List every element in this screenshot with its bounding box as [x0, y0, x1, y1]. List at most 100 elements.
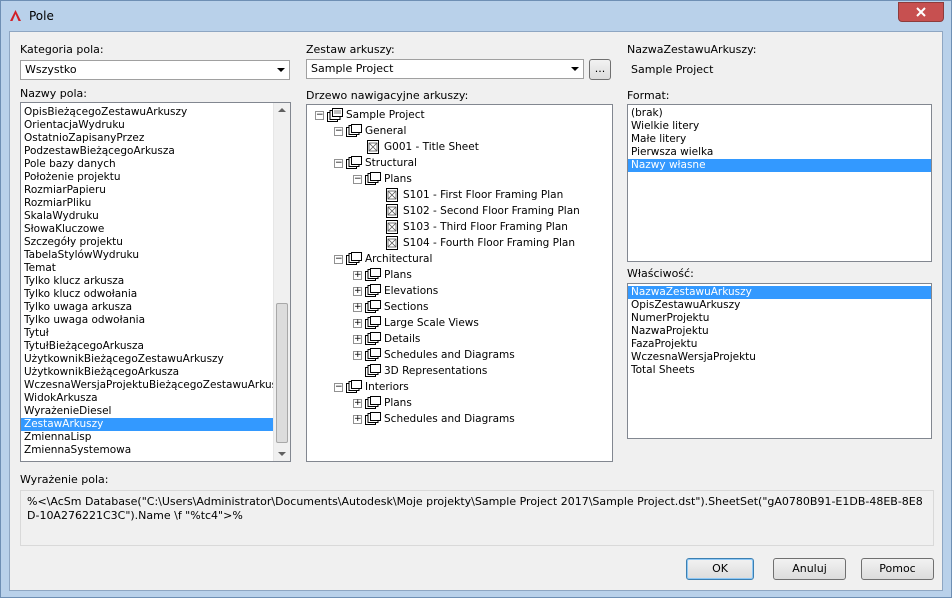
field-name-item[interactable]: OpisBieżącegoZestawuArkuszy: [21, 106, 273, 119]
scroll-thumb[interactable]: [276, 303, 288, 443]
properties-list[interactable]: NazwaZestawuArkuszy OpisZestawuArkuszy Num…: [627, 283, 932, 439]
field-name-item[interactable]: TytułBieżącegoArkusza: [21, 340, 273, 353]
tree-node[interactable]: + Sections: [307, 299, 612, 315]
field-name-item[interactable]: RozmiarPapieru: [21, 184, 273, 197]
format-item[interactable]: (brak): [628, 107, 931, 120]
field-name-item[interactable]: UżytkownikBieżącegoZestawuArkuszy: [21, 353, 273, 366]
field-name-item[interactable]: Tytuł: [21, 327, 273, 340]
field-name-item[interactable]: ZmiennaLisp: [21, 431, 273, 444]
field-name-item[interactable]: Położenie projektu: [21, 171, 273, 184]
field-name-item[interactable]: Tylko klucz odwołania: [21, 288, 273, 301]
field-name-item[interactable]: PodzestawBieżącegoArkusza: [21, 145, 273, 158]
expand-icon[interactable]: +: [353, 287, 362, 296]
field-name-item[interactable]: WidokArkusza: [21, 392, 273, 405]
format-item[interactable]: Małe litery: [628, 133, 931, 146]
field-name-item[interactable]: RozmiarPliku: [21, 197, 273, 210]
tree-node[interactable]: S102 - Second Floor Framing Plan: [307, 203, 612, 219]
field-name-item[interactable]: Tylko uwaga arkusza: [21, 301, 273, 314]
tree-node[interactable]: − Structural: [307, 155, 612, 171]
field-name-item[interactable]: SłowaKluczowe: [21, 223, 273, 236]
field-name-item[interactable]: OrientacjaWydruku: [21, 119, 273, 132]
scroll-down-icon[interactable]: [278, 452, 286, 456]
format-item[interactable]: Pierwsza wielka: [628, 146, 931, 159]
format-list[interactable]: (brak) Wielkie litery Małe litery Pierwsza …: [627, 104, 932, 262]
help-button[interactable]: Pomoc: [861, 558, 934, 580]
cancel-button[interactable]: Anuluj: [773, 558, 846, 580]
expand-icon[interactable]: +: [353, 351, 362, 360]
tree-node[interactable]: − Architectural: [307, 251, 612, 267]
field-name-item[interactable]: OstatnioZapisanyPrzez: [21, 132, 273, 145]
field-name-item[interactable]: Pole bazy danych: [21, 158, 273, 171]
property-item[interactable]: Total Sheets: [628, 364, 931, 377]
tree-node-label: S102 - Second Floor Framing Plan: [403, 205, 580, 217]
field-name-item[interactable]: Szczegóły projektu: [21, 236, 273, 249]
field-category-select[interactable]: Wszystko: [20, 60, 290, 80]
expand-icon[interactable]: +: [353, 399, 362, 408]
collapse-icon[interactable]: −: [334, 127, 343, 136]
property-item[interactable]: NumerProjektu: [628, 312, 931, 325]
tree-node-label: Plans: [384, 173, 412, 185]
expand-icon[interactable]: +: [353, 271, 362, 280]
collapse-icon[interactable]: −: [334, 159, 343, 168]
tree-node[interactable]: G001 - Title Sheet: [307, 139, 612, 155]
field-name-item[interactable]: UżytkownikBieżącegoArkusza: [21, 366, 273, 379]
expand-icon[interactable]: +: [353, 303, 362, 312]
tree-node[interactable]: − Interiors: [307, 379, 612, 395]
expand-icon[interactable]: +: [353, 415, 362, 424]
expand-icon[interactable]: +: [353, 335, 362, 344]
scroll-up-icon[interactable]: [278, 108, 286, 112]
tree-node[interactable]: + Schedules and Diagrams: [307, 347, 612, 363]
tree-node[interactable]: + Large Scale Views: [307, 315, 612, 331]
format-item[interactable]: Nazwy własne: [628, 159, 931, 172]
browse-sheet-set-button[interactable]: ...: [589, 59, 611, 80]
expression-label: Wyrażenie pola:: [20, 473, 109, 486]
tree-node[interactable]: − Plans: [307, 171, 612, 187]
field-name-item[interactable]: WczesnaWersjaProjektuBieżącegoZestawuArk…: [21, 379, 289, 392]
sheet-set-select[interactable]: Sample Project: [306, 59, 584, 79]
field-name-item[interactable]: Temat: [21, 262, 273, 275]
tree-node-label: Elevations: [384, 285, 439, 297]
tree-node[interactable]: S101 - First Floor Framing Plan: [307, 187, 612, 203]
tree-node[interactable]: S104 - Fourth Floor Framing Plan: [307, 235, 612, 251]
tree-node[interactable]: + Plans: [307, 267, 612, 283]
field-name-item[interactable]: ZmiennaSystemowa: [21, 444, 273, 457]
property-item[interactable]: NazwaZestawuArkuszy: [628, 286, 931, 299]
subset-icon: [346, 156, 362, 170]
field-name-item[interactable]: SkalaWydruku: [21, 210, 273, 223]
field-name-item[interactable]: TabelaStylówWydruku: [21, 249, 273, 262]
collapse-icon[interactable]: −: [334, 383, 343, 392]
sheet-navigation-tree[interactable]: − Sample Project − General G001 - Title Shee…: [306, 104, 613, 462]
field-names-list[interactable]: OpisBieżącegoZestawuArkuszy OrientacjaWyd…: [20, 102, 291, 462]
field-name-item[interactable]: Tylko klucz arkusza: [21, 275, 273, 288]
format-item[interactable]: Wielkie litery: [628, 120, 931, 133]
field-name-item[interactable]: WyrażenieDiesel: [21, 405, 273, 418]
property-item[interactable]: FazaProjektu: [628, 338, 931, 351]
tree-node[interactable]: + Details: [307, 331, 612, 347]
field-names-scrollbar[interactable]: [273, 103, 290, 461]
field-name-item[interactable]: Tylko uwaga odwołania: [21, 314, 273, 327]
tree-node[interactable]: 3D Representations: [307, 363, 612, 379]
ok-button[interactable]: OK: [686, 558, 754, 580]
field-expression[interactable]: %<\AcSm Database("C:\Users\Administrator…: [20, 490, 934, 546]
field-name-item[interactable]: ZestawArkuszy: [21, 418, 273, 431]
tree-node[interactable]: − Sample Project: [307, 107, 612, 123]
expand-icon[interactable]: +: [353, 319, 362, 328]
property-item[interactable]: NazwaProjektu: [628, 325, 931, 338]
property-item[interactable]: OpisZestawuArkuszy: [628, 299, 931, 312]
tree-node[interactable]: + Schedules and Diagrams: [307, 411, 612, 427]
sheet-set-name-label: NazwaZestawuArkuszy:: [627, 43, 757, 56]
collapse-icon[interactable]: −: [315, 111, 324, 120]
close-button[interactable]: [898, 2, 944, 22]
tree-node[interactable]: + Elevations: [307, 283, 612, 299]
tree-node[interactable]: S103 - Third Floor Framing Plan: [307, 219, 612, 235]
tree-node[interactable]: − General: [307, 123, 612, 139]
subset-icon: [346, 252, 362, 266]
field-dialog: Pole Kategoria pola: Wszystko Nazwy pola…: [0, 0, 952, 598]
title-bar[interactable]: Pole: [1, 1, 951, 31]
property-item[interactable]: WczesnaWersjaProjektu: [628, 351, 931, 364]
tree-node[interactable]: + Plans: [307, 395, 612, 411]
collapse-icon[interactable]: −: [353, 175, 362, 184]
collapse-icon[interactable]: −: [334, 255, 343, 264]
tree-node-label: Structural: [365, 157, 417, 169]
properties-label: Właściwość:: [627, 267, 694, 280]
